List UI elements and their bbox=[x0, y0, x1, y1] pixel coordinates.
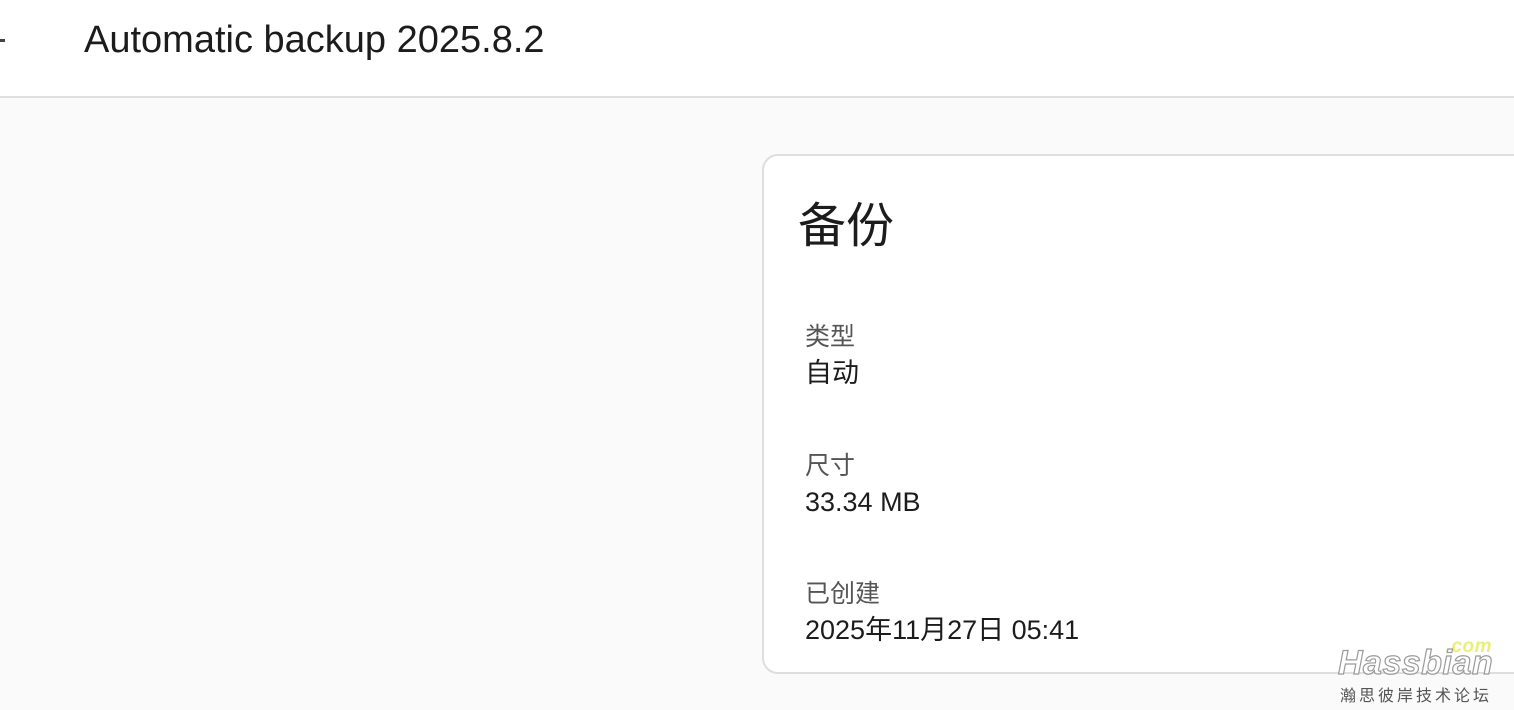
created-value: 2025年11月27日 05:41 bbox=[805, 615, 1080, 645]
size-field: 尺寸 33.34 MB bbox=[805, 451, 921, 519]
watermark-brand: Hassbian bbox=[1337, 643, 1494, 682]
watermark-subtitle: 瀚思彼岸技术论坛 bbox=[1340, 688, 1493, 705]
back-arrow-icon[interactable] bbox=[0, 30, 24, 54]
type-label: 类型 bbox=[805, 323, 856, 351]
top-app-bar: Automatic backup 2025.8.2 bbox=[0, 0, 1514, 98]
size-label: 尺寸 bbox=[805, 452, 856, 480]
backup-details-card: 备份 类型 自动 尺寸 33.34 MB 已创建 2025年11月27日 05:… bbox=[762, 154, 1514, 674]
type-value: 自动 bbox=[805, 358, 859, 388]
type-field: 类型 自动 bbox=[805, 322, 859, 390]
size-value: 33.34 MB bbox=[805, 487, 921, 517]
created-field: 已创建 2025年11月27日 05:41 bbox=[805, 579, 1079, 647]
page-title: Automatic backup 2025.8.2 bbox=[84, 19, 545, 61]
created-label: 已创建 bbox=[805, 580, 881, 608]
hassbian-watermark: .com Hassbian 瀚思彼岸技术论坛 bbox=[1336, 636, 1506, 705]
card-title: 备份 bbox=[798, 200, 895, 253]
